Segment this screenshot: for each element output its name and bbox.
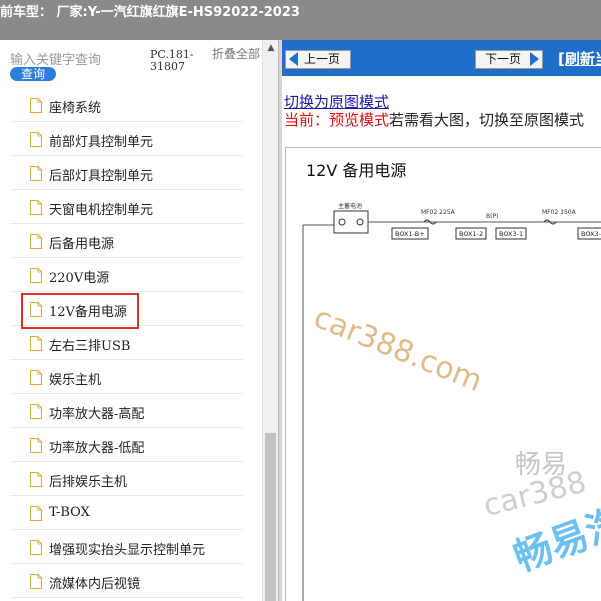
page-nav-bar: 上一页 下一页 [刷新当: [282, 40, 601, 76]
tree-item[interactable]: 后部灯具控制单元: [10, 156, 243, 190]
tree-item[interactable]: 娱乐主机: [10, 360, 243, 394]
node-label: B(P): [486, 213, 498, 220]
prev-page-label: 上一页: [304, 52, 341, 66]
tree-item[interactable]: 左右三排USB: [10, 326, 243, 360]
menu-tree: 座椅系统前部灯具控制单元 后部灯具控制单元 天窗电机控制单元 后备用电源 220V电源 1…: [10, 88, 243, 598]
tree-item[interactable]: 流媒体内后视镜: [10, 564, 243, 598]
sidebar: 查询 PC.181-31807 折叠全部 座椅系统前部灯具控制单元后部灯具控制单…: [0, 40, 278, 601]
tree-item-label: 后部灯具控制单元: [49, 169, 154, 184]
collapse-all-link[interactable]: 折叠全部: [212, 48, 260, 60]
tree-item-label: 功率放大器-低配: [49, 441, 145, 456]
pc-code: PC.181-31807: [150, 48, 194, 73]
tree-item-label: T-BOX: [49, 505, 90, 520]
document-icon: [30, 404, 42, 419]
battery-label: 主蓄电池: [338, 202, 362, 210]
tree-item-label: 座椅系统: [49, 101, 102, 116]
document-icon: [30, 166, 42, 181]
fuse-label: MF02 225A: [421, 209, 456, 216]
refresh-link[interactable]: [刷新当: [558, 48, 601, 69]
tree-item[interactable]: 增强现实抬头显示控制单元: [10, 530, 243, 564]
status-current: 当前：预览模式: [284, 111, 390, 129]
arrow-left-icon: [289, 52, 298, 66]
connector-label: BOX3-1: [499, 230, 523, 238]
document-icon: [30, 234, 42, 249]
tree-item-label: 天窗电机控制单元: [49, 203, 154, 218]
tree-item-label: 流媒体内后视镜: [49, 577, 141, 592]
document-icon: [30, 574, 42, 589]
tree-item-label: 左右三排USB: [49, 339, 131, 354]
tree-item-label: 12V备用电源: [49, 305, 127, 320]
scroll-thumb[interactable]: [265, 433, 276, 601]
document-icon: [30, 302, 42, 317]
fuse-label: MF02 150A: [542, 209, 577, 216]
tree-item[interactable]: T-BOX: [10, 496, 243, 530]
document-icon: [30, 336, 42, 351]
top-title-bar: 前车型： 厂家:Y-一汽红旗红旗E-HS92022-2023: [0, 0, 601, 40]
tree-item[interactable]: 前部灯具控制单元: [10, 122, 243, 156]
document-icon: [30, 132, 42, 147]
tree-item[interactable]: 功率放大器-高配: [10, 394, 243, 428]
next-page-label: 下一页: [485, 52, 522, 66]
connector-label: BOX3-: [581, 230, 601, 238]
vehicle-title: 前车型： 厂家:Y-一汽红旗红旗E-HS92022-2023: [0, 5, 300, 20]
document-icon: [30, 98, 42, 113]
tree-item-label: 后排娱乐主机: [49, 475, 128, 490]
document-icon: [30, 268, 42, 283]
tree-item[interactable]: 后备用电源: [10, 224, 243, 258]
tree-item-label: 增强现实抬头显示控制单元: [49, 543, 206, 558]
tree-item-label: 娱乐主机: [49, 373, 102, 388]
tree-item[interactable]: 天窗电机控制单元: [10, 190, 243, 224]
tree-item[interactable]: 220V电源: [10, 258, 243, 292]
tree-item[interactable]: 后排娱乐主机: [10, 462, 243, 496]
tree-item-selected[interactable]: 12V备用电源: [10, 292, 243, 329]
sidebar-scrollbar[interactable]: ▲: [262, 40, 278, 601]
tree-item[interactable]: 功率放大器-低配: [10, 428, 243, 462]
tree-item-label: 后备用电源: [49, 237, 115, 252]
document-icon: [30, 506, 42, 521]
connector-label: BOX1-2: [459, 230, 483, 238]
document-icon: [30, 370, 42, 385]
mode-status: 当前：预览模式若需看大图，切换至原图模式: [284, 109, 584, 130]
status-hint: 若需看大图，切换至原图模式: [389, 111, 585, 129]
search-button[interactable]: 查询: [10, 67, 56, 81]
scroll-up-arrow-icon[interactable]: ▲: [263, 42, 279, 54]
document-icon: [30, 438, 42, 453]
next-page-button[interactable]: 下一页: [475, 50, 543, 69]
search-area: 查询 PC.181-31807 折叠全部: [0, 40, 278, 88]
document-icon: [30, 540, 42, 555]
tree-item-label: 前部灯具控制单元: [49, 135, 154, 150]
tree-item-label: 功率放大器-高配: [49, 407, 145, 422]
document-icon: [30, 200, 42, 215]
connector-label: BOX1-B+: [395, 230, 425, 238]
tree-item[interactable]: 座椅系统: [10, 88, 243, 122]
tree-item-label: 220V电源: [49, 271, 110, 286]
arrow-right-icon: [530, 52, 539, 66]
prev-page-button[interactable]: 上一页: [285, 50, 351, 69]
document-icon: [30, 472, 42, 487]
